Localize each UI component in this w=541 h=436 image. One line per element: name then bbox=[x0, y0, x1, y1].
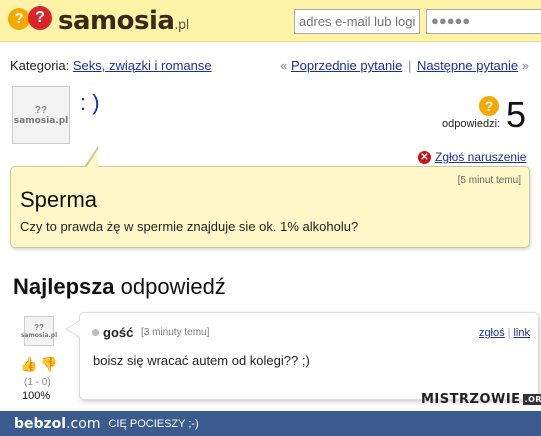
question-nav: « Poprzednie pytanie | Następne pytanie … bbox=[280, 58, 529, 73]
answer-links: zgłoś | link bbox=[478, 327, 530, 339]
best-answer-heading: Najlepsza odpowiedź bbox=[13, 274, 226, 299]
logo-bubbles-icon: ? ? bbox=[8, 6, 56, 36]
close-circle-icon: ✕ bbox=[418, 150, 431, 164]
answers-count: 5 bbox=[506, 94, 527, 135]
footer-bar: bebzol.com CIĘ POCIESZY ;-) bbox=[0, 411, 541, 436]
answers-icon: ? bbox=[479, 96, 499, 116]
avatar-bubbles-icon: ?? bbox=[34, 104, 48, 116]
vote-percent: 100% bbox=[22, 390, 51, 402]
question-title: Sperma bbox=[20, 187, 98, 212]
question-pointer-fill bbox=[86, 149, 98, 168]
report-violation[interactable]: ✕ Zgłoś naruszenie bbox=[418, 150, 526, 164]
site-logo[interactable]: ? ? samosia.pl bbox=[8, 5, 189, 37]
footer-slogan: CIĘ POCIESZY ;-) bbox=[108, 417, 199, 430]
prev-question-link[interactable]: Poprzednie pytanie bbox=[291, 58, 402, 73]
watermark-logo: MISTRZOWIE.ORG bbox=[421, 392, 541, 407]
next-question-link[interactable]: Następne pytanie bbox=[417, 58, 518, 73]
footer-brand[interactable]: bebzol.com bbox=[14, 416, 100, 432]
question-box: [5 minut temu] Sperma Czy to prawda żę w… bbox=[10, 166, 530, 248]
bullet-icon bbox=[92, 329, 99, 336]
category-link[interactable]: Seks, związki i romanse bbox=[73, 58, 212, 73]
answer-text: boisz się wracać autem od kolegi?? ;) bbox=[93, 353, 310, 368]
login-email-input[interactable] bbox=[294, 9, 420, 34]
asker-name[interactable]: : ) bbox=[80, 90, 100, 116]
login-password-input[interactable]: ●●●●● bbox=[426, 9, 541, 34]
answer-pointer-fill bbox=[67, 321, 80, 337]
report-link[interactable]: Zgłoś naruszenie bbox=[435, 150, 526, 164]
answer-report-link[interactable]: zgłoś bbox=[479, 327, 505, 339]
question-body: Czy to prawda żę w spermie znajduje sie … bbox=[20, 219, 359, 234]
thumbs-down-icon[interactable]: 👎 bbox=[40, 356, 57, 373]
vote-count: (1 - 0) bbox=[24, 377, 51, 388]
answer-permalink[interactable]: link bbox=[513, 327, 530, 339]
answer-time: [3 minuty temu] bbox=[141, 327, 210, 338]
answer-user: gość bbox=[103, 325, 134, 340]
header-bar: ? ? samosia.pl ●●●●● bbox=[0, 0, 541, 42]
answers-label: odpowiedzi: bbox=[442, 118, 501, 130]
question-time: [5 minut temu] bbox=[457, 175, 521, 186]
asker-avatar[interactable]: ?? samosia.pl bbox=[12, 86, 70, 144]
thumbs-up-icon[interactable]: 👍 bbox=[20, 356, 37, 373]
avatar-bubbles-icon: ?? bbox=[34, 323, 44, 332]
category-line: Kategoria: Seks, związki i romanse bbox=[10, 58, 212, 73]
answerer-avatar[interactable]: ?? samosia.pl bbox=[21, 316, 57, 346]
answer-box: gość [3 minuty temu] zgłoś | link boisz si… bbox=[79, 312, 539, 400]
logo-text: samosia.pl bbox=[58, 6, 189, 36]
